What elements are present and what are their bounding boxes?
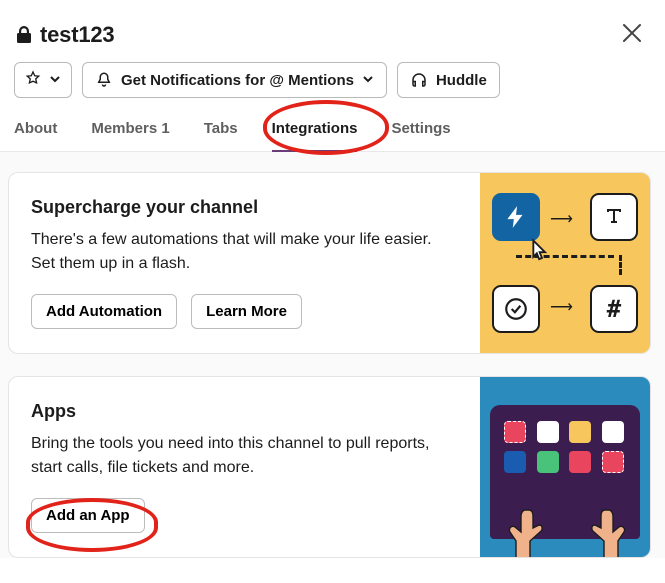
- star-icon: [25, 70, 41, 90]
- tab-settings[interactable]: Settings: [391, 112, 450, 151]
- notifications-label: Get Notifications for @ Mentions: [121, 72, 354, 89]
- apps-title: Apps: [31, 401, 458, 422]
- automations-card: Supercharge your channel There's a few a…: [8, 172, 651, 354]
- arrow-right-icon: ⟶: [550, 297, 573, 317]
- tab-integrations[interactable]: Integrations: [272, 112, 358, 151]
- huddle-button[interactable]: Huddle: [397, 62, 500, 98]
- automations-description: There's a few automations that will make…: [31, 228, 451, 276]
- hash-icon: #: [590, 285, 638, 333]
- check-circle-icon: [492, 285, 540, 333]
- apps-description: Bring the tools you need into this chann…: [31, 432, 451, 480]
- automations-illustration: # ⟶ ⟶: [480, 173, 650, 353]
- close-icon[interactable]: [617, 18, 647, 52]
- huddle-label: Huddle: [436, 72, 487, 89]
- chevron-down-icon: [49, 72, 61, 89]
- hand-right-icon: [580, 508, 630, 558]
- add-an-app-button[interactable]: Add an App: [31, 498, 145, 533]
- add-automation-button[interactable]: Add Automation: [31, 294, 177, 329]
- arrow-right-icon: ⟶: [550, 209, 573, 229]
- bell-icon: [95, 71, 113, 89]
- tab-about[interactable]: About: [14, 112, 57, 151]
- tab-members[interactable]: Members 1: [91, 112, 169, 151]
- automations-title: Supercharge your channel: [31, 197, 458, 218]
- bolt-icon: [492, 193, 540, 241]
- text-tile-icon: [590, 193, 638, 241]
- apps-card: Apps Bring the tools you need into this …: [8, 376, 651, 558]
- dashed-connector: [619, 255, 622, 275]
- tabs-nav: About Members 1 Tabs Integrations Settin…: [0, 112, 665, 152]
- apps-illustration: [480, 377, 650, 557]
- cursor-icon: [524, 237, 552, 270]
- channel-title: test123: [40, 22, 114, 48]
- headphones-icon: [410, 71, 428, 89]
- chevron-down-icon: [362, 72, 374, 89]
- lock-icon: [14, 25, 34, 45]
- tab-tabs[interactable]: Tabs: [204, 112, 238, 151]
- star-button[interactable]: [14, 62, 72, 98]
- learn-more-button[interactable]: Learn More: [191, 294, 302, 329]
- hand-left-icon: [504, 508, 554, 558]
- notifications-button[interactable]: Get Notifications for @ Mentions: [82, 62, 387, 98]
